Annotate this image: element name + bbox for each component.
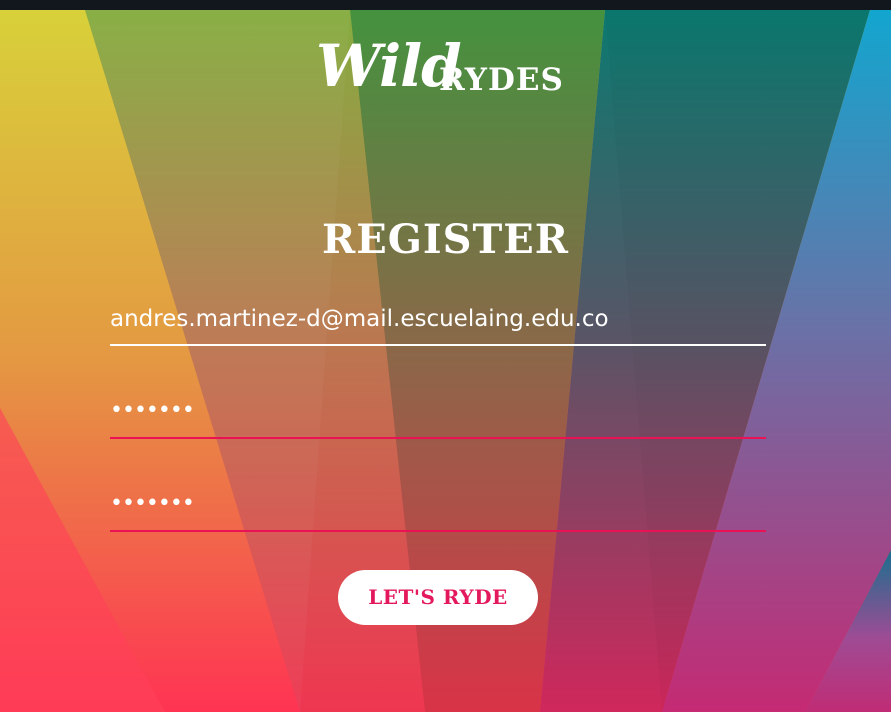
top-window-bar [0, 0, 891, 10]
password-value: ••••••• [110, 398, 195, 423]
register-title: REGISTER [322, 216, 569, 263]
lets-ryde-button[interactable]: LET'S RYDE [338, 570, 538, 625]
email-value: andres.martinez-d@mail.escuelaing.edu.co [110, 306, 609, 332]
confirm-password-value: ••••••• [110, 491, 195, 516]
logo-caps-text: RYDES [439, 62, 564, 98]
password-field[interactable]: ••••••• [110, 396, 766, 439]
email-field[interactable]: andres.martinez-d@mail.escuelaing.edu.co [110, 302, 766, 346]
wild-rydes-logo: Wild RYDES [316, 34, 566, 104]
confirm-password-field[interactable]: ••••••• [110, 489, 766, 532]
